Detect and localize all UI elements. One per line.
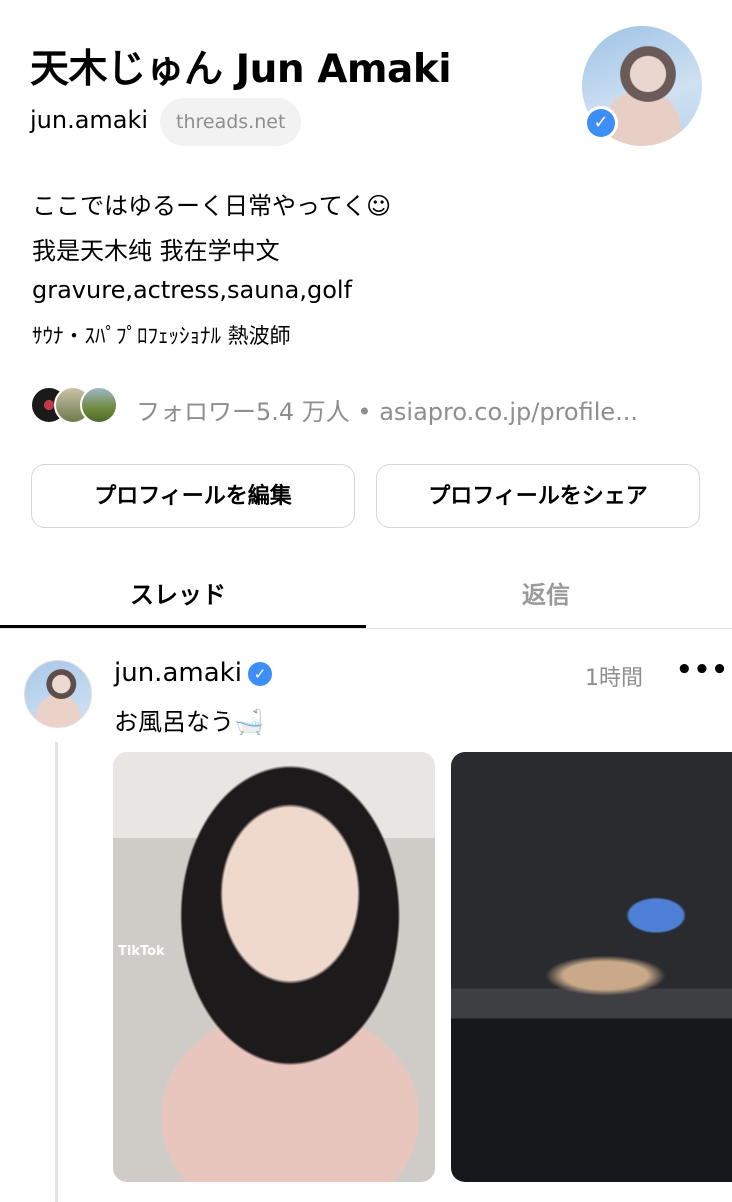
more-options-icon[interactable]: ••• [676, 655, 729, 685]
edit-profile-button[interactable]: プロフィールを編集 [31, 464, 355, 528]
bio-line: 我是天木纯 我在学中文 [32, 237, 280, 265]
bio-line: ここではゆるーく日常やってく☺︎ [32, 192, 392, 220]
tab-threads[interactable]: スレッド [130, 575, 226, 610]
profile-handle: jun.amaki [30, 106, 149, 134]
bio-line: ｻｳﾅ・ｽﾊﾟﾌﾟﾛﾌｪｯｼｮﾅﾙ 熱波師 [32, 324, 291, 348]
tab-divider [0, 628, 732, 629]
profile-name: 天木じゅん Jun Amaki [30, 47, 452, 92]
followers-link[interactable]: フォロワー5.4 万人 • asiapro.co.jp/profile... [136, 392, 638, 427]
post-text: お風呂なう🛁 [114, 708, 264, 736]
domain-badge[interactable]: threads.net [160, 98, 302, 146]
bio-line: gravure,actress,sauna,golf [32, 276, 353, 304]
verified-check-icon: ✓ [248, 662, 272, 686]
verified-check-icon: ✓ [587, 109, 615, 137]
post-media-image[interactable] [113, 752, 435, 1182]
tab-replies[interactable]: 返信 [522, 575, 570, 610]
post-timestamp: 1時間 [585, 666, 643, 691]
tiktok-watermark: TikTok [118, 944, 165, 959]
post-avatar[interactable] [24, 660, 92, 728]
post-username[interactable]: jun.amaki [114, 658, 242, 688]
follower-avatar [80, 386, 118, 424]
share-profile-button[interactable]: プロフィールをシェア [376, 464, 700, 528]
post-media-image[interactable] [451, 752, 732, 1182]
thread-line [55, 742, 58, 1202]
verified-badge: ✓ [584, 106, 618, 140]
